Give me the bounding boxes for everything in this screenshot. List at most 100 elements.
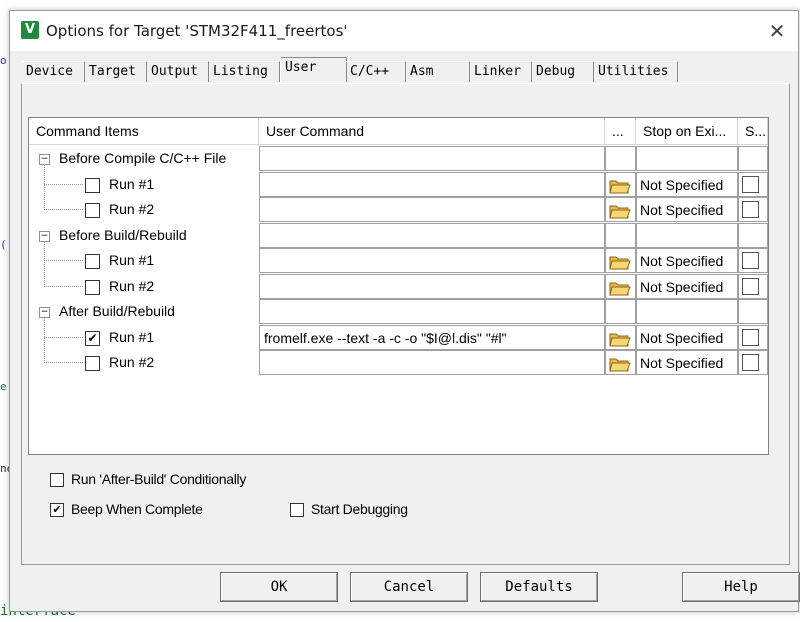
- stop-on-exit-cell[interactable]: Not Specified: [636, 197, 738, 222]
- s-checkbox[interactable]: [742, 201, 759, 218]
- run-label: Run #1: [109, 252, 155, 268]
- s-checkbox[interactable]: [742, 354, 759, 371]
- stop-cell: [636, 146, 738, 171]
- command-cell[interactable]: [259, 146, 605, 171]
- help-button[interactable]: Help: [682, 572, 800, 602]
- s-cell[interactable]: [738, 197, 768, 222]
- folder-open-icon[interactable]: [609, 177, 631, 193]
- stop-cell: [636, 222, 738, 248]
- stop-on-exit-cell[interactable]: Not Specified: [636, 350, 738, 375]
- folder-open-icon[interactable]: [609, 279, 631, 295]
- stop-on-exit-cell[interactable]: Not Specified: [636, 171, 738, 197]
- run-checkbox[interactable]: [85, 177, 100, 193]
- tree-line: [44, 285, 83, 287]
- run-checkbox[interactable]: ✔: [85, 330, 100, 346]
- user-commands-grid: Command Items User Command ... Stop on E…: [28, 117, 769, 455]
- close-icon[interactable]: ✕: [762, 17, 792, 45]
- run-checkbox[interactable]: [85, 254, 100, 269]
- s-cell[interactable]: [738, 273, 768, 299]
- s-cell: [738, 146, 768, 171]
- browse-cell: [605, 222, 636, 248]
- title-bar: V Options for Target 'STM32F411_freertos…: [10, 11, 798, 51]
- tree-line: [44, 209, 83, 210]
- header-command-items[interactable]: Command Items: [29, 118, 259, 145]
- tree-line: [44, 260, 83, 261]
- header-s[interactable]: S...: [738, 118, 768, 145]
- tab-utilities[interactable]: Utilities: [594, 61, 678, 82]
- code-fragment: e: [0, 380, 7, 393]
- defaults-button[interactable]: Defaults: [480, 572, 598, 602]
- beep-when-complete-checkbox[interactable]: ✔: [50, 503, 64, 517]
- browse-cell[interactable]: [605, 171, 636, 197]
- s-checkbox[interactable]: [742, 277, 759, 295]
- browse-cell: [605, 299, 636, 324]
- header-stop-on-exit[interactable]: Stop on Exi...: [636, 118, 738, 145]
- tree-group-label: After Build/Rebuild: [59, 303, 175, 319]
- tree-group-row[interactable]: − Before Build/Rebuild: [29, 222, 768, 248]
- command-row[interactable]: Run #1 Not Specified: [29, 171, 768, 197]
- command-row[interactable]: ✔ Run #1 fromelf.exe --text -a -c -o "$I@l…: [29, 324, 768, 350]
- command-cell[interactable]: [259, 222, 605, 248]
- tree-group-row[interactable]: − Before Compile C/C++ File: [29, 146, 768, 171]
- tab-cc[interactable]: C/C++: [346, 61, 406, 82]
- folder-open-icon[interactable]: [609, 330, 631, 346]
- stop-on-exit-cell[interactable]: Not Specified: [636, 324, 738, 350]
- command-cell[interactable]: fromelf.exe --text -a -c -o "$I@l.dis" "…: [259, 324, 605, 350]
- run-label: Run #1: [109, 175, 155, 192]
- editor-background: [0, 0, 8, 622]
- stop-on-exit-cell[interactable]: Not Specified: [636, 273, 738, 299]
- tab-device[interactable]: Device: [22, 61, 85, 82]
- tree-line: [44, 183, 83, 185]
- browse-cell[interactable]: [605, 248, 636, 273]
- command-cell[interactable]: [259, 248, 605, 273]
- run-checkbox[interactable]: [85, 203, 100, 218]
- command-row[interactable]: Run #2 Not Specified: [29, 350, 768, 375]
- browse-cell: [605, 146, 636, 171]
- header-user-command[interactable]: User Command: [259, 118, 605, 145]
- s-checkbox[interactable]: [742, 175, 759, 193]
- start-debugging-checkbox[interactable]: [290, 503, 304, 517]
- tree-group-label: Before Compile C/C++ File: [59, 150, 227, 166]
- cancel-button[interactable]: Cancel: [350, 572, 468, 602]
- command-cell[interactable]: [259, 273, 605, 299]
- tab-listing[interactable]: Listing: [209, 61, 280, 82]
- command-row[interactable]: Run #2 Not Specified: [29, 273, 768, 299]
- browse-cell[interactable]: [605, 350, 636, 375]
- run-checkbox[interactable]: [85, 279, 100, 295]
- stop-cell: [636, 299, 738, 324]
- s-cell[interactable]: [738, 171, 768, 197]
- command-row[interactable]: Run #2 Not Specified: [29, 197, 768, 222]
- s-cell[interactable]: [738, 350, 768, 375]
- tab-debug[interactable]: Debug: [532, 61, 594, 82]
- tab-user[interactable]: User: [280, 57, 347, 82]
- browse-cell[interactable]: [605, 273, 636, 299]
- tree-group-row[interactable]: − After Build/Rebuild: [29, 299, 768, 324]
- tree-line: [44, 362, 83, 363]
- s-cell: [738, 299, 768, 324]
- tab-asm[interactable]: Asm: [406, 61, 470, 82]
- command-cell[interactable]: [259, 171, 605, 197]
- s-checkbox[interactable]: [742, 252, 759, 269]
- tab-target[interactable]: Target: [85, 61, 147, 82]
- folder-open-icon[interactable]: [609, 355, 631, 372]
- header-browse[interactable]: ...: [605, 118, 636, 145]
- folder-open-icon[interactable]: [609, 202, 631, 219]
- stop-on-exit-cell[interactable]: Not Specified: [636, 248, 738, 273]
- s-checkbox[interactable]: [742, 328, 759, 346]
- command-cell[interactable]: [259, 350, 605, 375]
- s-cell[interactable]: [738, 248, 768, 273]
- folder-open-icon[interactable]: [609, 253, 631, 270]
- s-cell[interactable]: [738, 324, 768, 350]
- run-checkbox[interactable]: [85, 356, 100, 371]
- tab-linker[interactable]: Linker: [470, 61, 532, 82]
- ok-button[interactable]: OK: [220, 572, 338, 602]
- browse-cell[interactable]: [605, 197, 636, 222]
- command-row[interactable]: Run #1 Not Specified: [29, 248, 768, 273]
- command-cell[interactable]: [259, 197, 605, 222]
- tab-output[interactable]: Output: [147, 61, 209, 82]
- run-after-build-checkbox[interactable]: [50, 473, 64, 487]
- run-label: Run #2: [109, 277, 155, 294]
- dialog-title: Options for Target 'STM32F411_freertos': [46, 22, 348, 40]
- browse-cell[interactable]: [605, 324, 636, 350]
- command-cell[interactable]: [259, 299, 605, 324]
